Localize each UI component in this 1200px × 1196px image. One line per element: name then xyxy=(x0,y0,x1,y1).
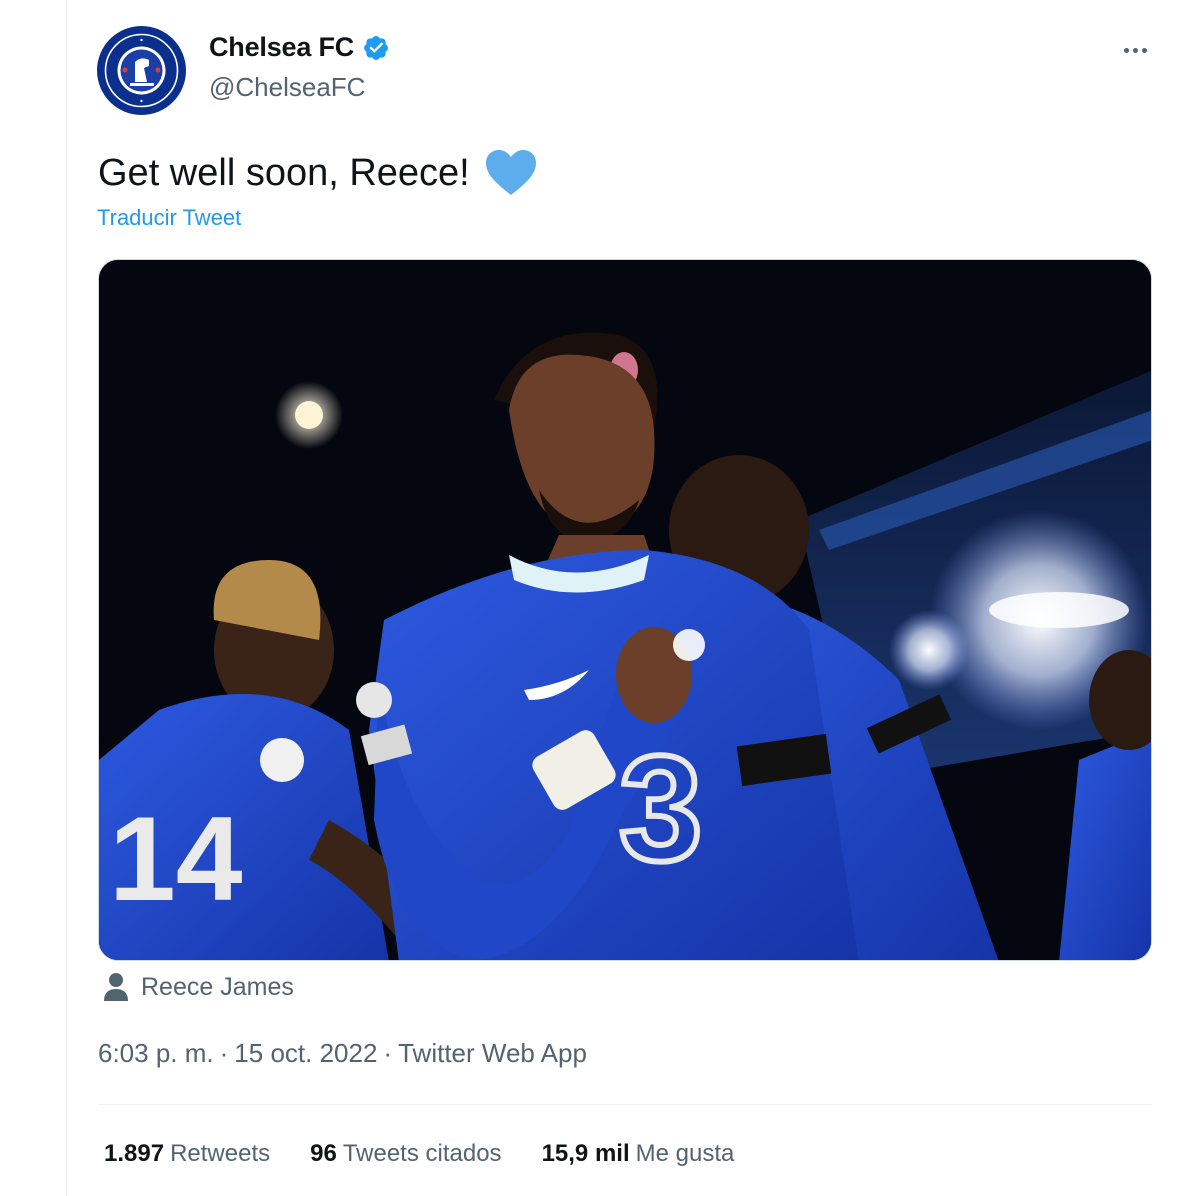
verified-badge-icon xyxy=(364,35,389,60)
stat-likes[interactable]: 15,9 mil Me gusta xyxy=(542,1140,735,1168)
stat-value: 96 xyxy=(310,1140,337,1167)
stat-label: Tweets citados xyxy=(342,1140,502,1167)
tweet-text-content: Get well soon, Reece! xyxy=(98,151,470,194)
meta-separator: · xyxy=(219,1038,229,1068)
translate-tweet-link[interactable]: Traducir Tweet xyxy=(97,205,241,231)
display-name[interactable]: Chelsea FC xyxy=(209,32,390,63)
tweet-time[interactable]: 6:03 p. m. xyxy=(98,1038,214,1068)
more-dot-icon xyxy=(1141,47,1147,53)
user-handle[interactable]: @ChelseaFC xyxy=(209,72,365,103)
stat-retweets[interactable]: 1.897 Retweets xyxy=(104,1140,270,1168)
display-name-text: Chelsea FC xyxy=(209,32,355,62)
tweet-source[interactable]: Twitter Web App xyxy=(398,1038,587,1068)
svg-text:3: 3 xyxy=(619,724,702,892)
tweet-card: Chelsea FC @ChelseaFC Get well soon, Ree… xyxy=(67,0,1200,1196)
avatar[interactable] xyxy=(97,26,186,115)
divider xyxy=(98,1104,1152,1105)
blue-heart-icon xyxy=(485,150,536,195)
tweet-date[interactable]: 15 oct. 2022 xyxy=(234,1038,377,1068)
stat-value: 1.897 xyxy=(104,1140,165,1167)
chelsea-crest-icon xyxy=(98,27,185,114)
tweet-text: Get well soon, Reece! xyxy=(98,148,538,198)
person-icon xyxy=(104,973,128,1001)
meta-separator: · xyxy=(383,1038,393,1068)
tweet-photo[interactable]: 14 3 xyxy=(98,259,1152,961)
svg-text:14: 14 xyxy=(109,792,243,926)
tagged-person[interactable]: Reece James xyxy=(103,972,294,1002)
more-options-button[interactable] xyxy=(1117,32,1153,68)
tweet-meta: 6:03 p. m. · 15 oct. 2022 · Twitter Web App xyxy=(98,1038,587,1069)
tweet-stats: 1.897 Retweets 96 Tweets citados 15,9 mil M… xyxy=(104,1140,734,1168)
stat-label: Me gusta xyxy=(635,1140,735,1167)
stat-value: 15,9 mil xyxy=(541,1140,630,1167)
more-dot-icon xyxy=(1123,47,1129,53)
player-photo: 14 3 xyxy=(99,260,1151,960)
more-dot-icon xyxy=(1132,47,1138,53)
stat-label: Retweets xyxy=(170,1140,271,1167)
tagged-person-name: Reece James xyxy=(141,972,294,1001)
stat-quote-tweets[interactable]: 96 Tweets citados xyxy=(310,1140,501,1168)
